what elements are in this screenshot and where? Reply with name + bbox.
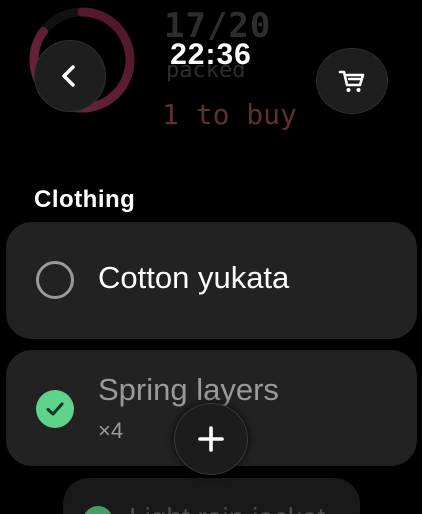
add-item-button[interactable] bbox=[174, 403, 248, 475]
item-name: Light rain jacket bbox=[129, 502, 325, 514]
list-item[interactable]: Light rain jacket bbox=[63, 478, 360, 514]
check-glyph-icon bbox=[46, 402, 64, 416]
watch-screen: 17/20 packed 1 to buy 22:36 Clothing Cot… bbox=[0, 0, 422, 514]
list-item[interactable]: Cotton yukata bbox=[6, 222, 417, 339]
plus-icon bbox=[198, 426, 224, 452]
item-name: Cotton yukata bbox=[98, 260, 290, 295]
item-quantity: ×4 bbox=[98, 418, 124, 443]
section-title: Clothing bbox=[34, 186, 136, 213]
checkmark-icon[interactable] bbox=[36, 390, 74, 428]
unchecked-circle-icon[interactable] bbox=[36, 261, 74, 299]
shopping-cart-icon bbox=[338, 70, 365, 92]
item-name: Spring layers bbox=[98, 372, 279, 407]
cart-button[interactable] bbox=[316, 48, 388, 114]
checkmark-icon[interactable] bbox=[83, 506, 113, 514]
to-buy-count: 1 to buy bbox=[162, 98, 297, 131]
